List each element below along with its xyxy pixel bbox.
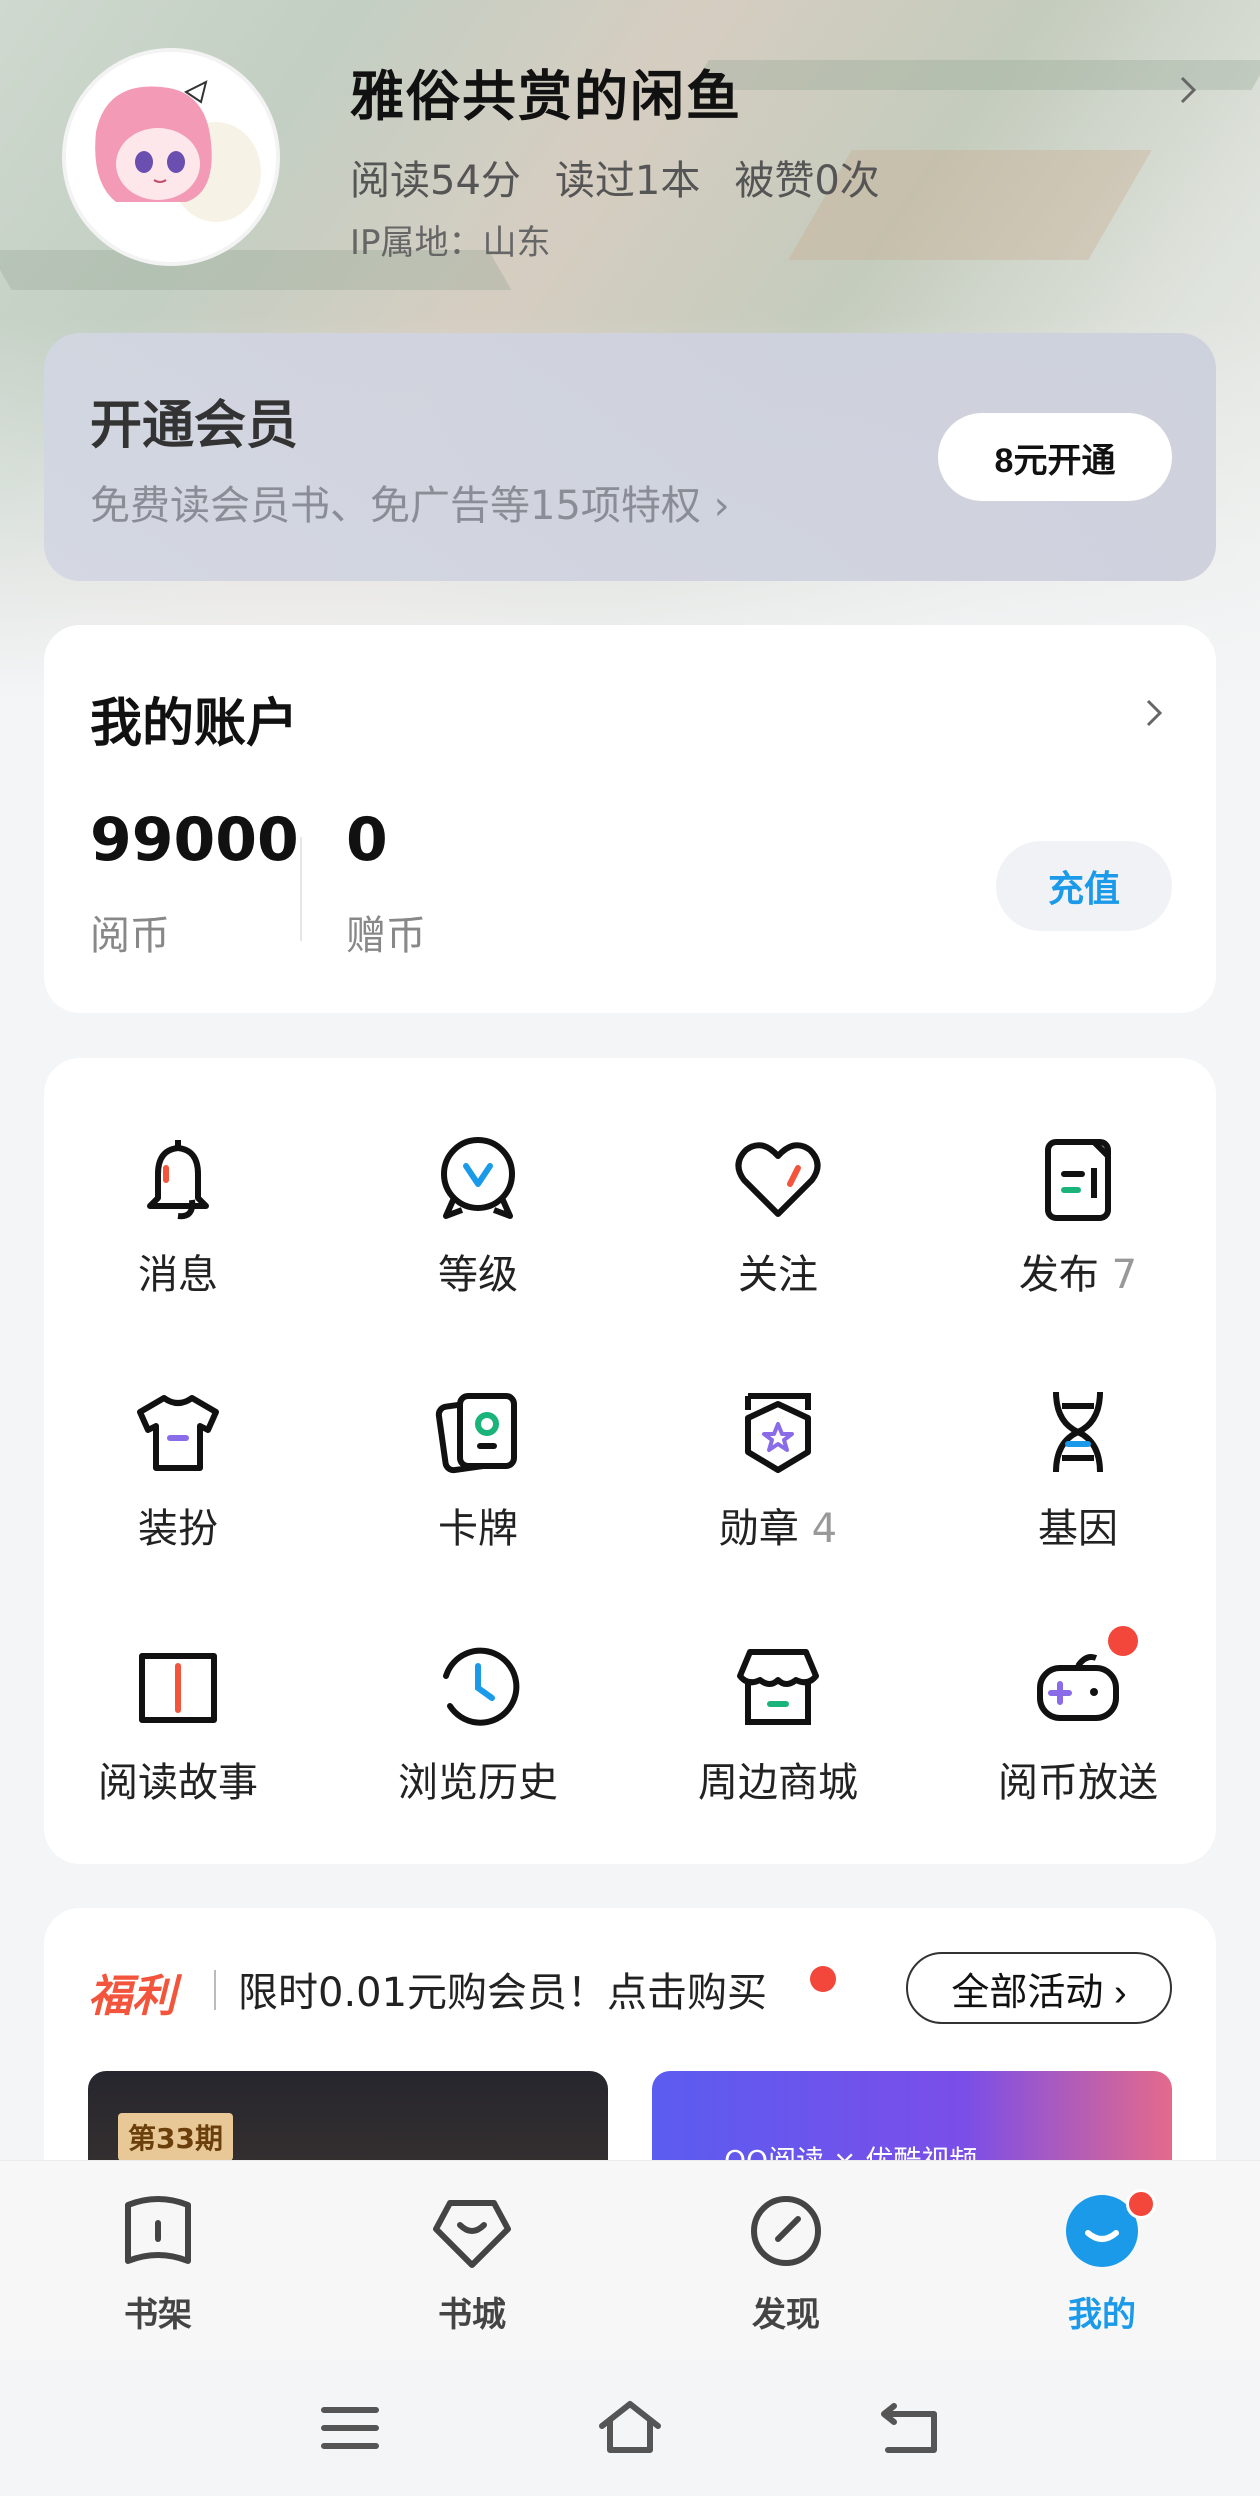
welfare-promo-text[interactable]: 限时0.01元购会员！点击购买: [238, 1960, 767, 2018]
grid-item-messages[interactable]: 消息: [58, 1128, 298, 1300]
system-navigation-bar: [0, 2360, 1260, 2496]
grid-item-medals[interactable]: 勋章 4: [658, 1382, 898, 1554]
grid-label: 关注: [738, 1252, 818, 1298]
back-icon[interactable]: [874, 2396, 946, 2460]
tab-label: 书架: [124, 2295, 192, 2335]
document-icon: [1045, 1139, 1111, 1221]
ip-location: IP属地：山东: [350, 223, 551, 263]
grid-label: 勋章 4: [718, 1506, 838, 1552]
account-card[interactable]: 我的账户 99000 阅币 0 赠币 充值: [44, 625, 1216, 1013]
stat-read-score: 阅读54分: [350, 158, 521, 204]
grid-label: 装扮: [138, 1506, 218, 1552]
tshirt-icon: [137, 1395, 219, 1471]
feature-grid: 消息 等级 关注 发布 7 装扮 卡牌 勋章 4 基因 阅读故事 浏览历史 周边…: [44, 1058, 1216, 1864]
notification-dot: [1108, 1626, 1138, 1656]
grid-label: 阅读故事: [98, 1760, 258, 1806]
grid-item-follow[interactable]: 关注: [658, 1128, 898, 1300]
tab-label: 书城: [438, 2295, 506, 2335]
stat-likes: 被赞0次: [734, 158, 880, 204]
bookstore-icon: [433, 2200, 511, 2268]
grid-item-level[interactable]: 等级: [358, 1128, 598, 1300]
dna-icon: [1053, 1391, 1103, 1473]
profile-header[interactable]: 雅俗共赏的闲鱼 阅读54分 读过1本 被赞0次 IP属地：山东: [0, 0, 1260, 320]
notification-dot: [1126, 2189, 1156, 2219]
gift-coin-label: 赠币: [346, 913, 426, 959]
compass-icon: [751, 2196, 821, 2266]
bell-icon: [147, 1140, 209, 1220]
publish-count: 7: [1111, 1252, 1138, 1298]
grid-item-dressup[interactable]: 装扮: [58, 1382, 298, 1554]
vip-subtitle: 免费读会员书、免广告等15项特权 ›: [90, 483, 730, 529]
username: 雅俗共赏的闲鱼: [350, 65, 742, 128]
shop-icon: [737, 1649, 819, 1725]
grid-label: 等级: [438, 1252, 518, 1298]
grid-item-cards[interactable]: 卡牌: [358, 1382, 598, 1554]
stat-books-read: 读过1本: [554, 158, 701, 204]
tab-bookshelf[interactable]: 书架: [58, 2189, 258, 2336]
bottom-tab-bar: 书架 书城 发现 我的: [0, 2160, 1260, 2360]
clock-history-icon: [443, 1647, 520, 1726]
chevron-right-icon[interactable]: [1168, 70, 1208, 110]
grid-item-browse-history[interactable]: 浏览历史: [358, 1636, 598, 1808]
home-icon[interactable]: [594, 2396, 666, 2460]
book-open-icon: [139, 1653, 217, 1723]
divider: [214, 1970, 216, 2010]
grid-label: 基因: [1038, 1506, 1118, 1552]
menu-icon[interactable]: [314, 2396, 386, 2460]
vip-open-button[interactable]: 8元开通: [938, 413, 1172, 501]
grid-item-publish[interactable]: 发布 7: [958, 1128, 1198, 1300]
grid-label: 阅币放送: [998, 1760, 1158, 1806]
avatar[interactable]: [62, 48, 280, 266]
all-activities-button[interactable]: 全部活动 ›: [906, 1952, 1172, 2024]
coin-balance: 99000: [90, 805, 299, 875]
grid-label: 周边商城: [698, 1760, 858, 1806]
tab-bookstore[interactable]: 书城: [372, 2189, 572, 2336]
grid-label: 卡牌: [438, 1506, 518, 1552]
grid-item-genes[interactable]: 基因: [958, 1382, 1198, 1554]
cards-icon: [435, 1393, 517, 1474]
bookshelf-icon: [125, 2196, 191, 2264]
vip-banner[interactable]: 开通会员 免费读会员书、免广告等15项特权 › 8元开通: [44, 333, 1216, 581]
vip-title: 开通会员: [90, 396, 299, 456]
tab-discover[interactable]: 发现: [686, 2189, 886, 2336]
welfare-tag: 福利: [88, 1971, 176, 2022]
grid-label: 发布 7: [1018, 1252, 1138, 1298]
gift-coin-balance: 0: [346, 805, 388, 875]
chevron-right-icon[interactable]: [1136, 695, 1172, 731]
grid-label: 浏览历史: [398, 1760, 558, 1806]
welfare-section: 福利 限时0.01元购会员！点击购买 全部活动 › 第33期 QQ阅读 × 优酷…: [44, 1908, 1216, 2201]
grid-item-coin-giveaway[interactable]: 阅币放送: [958, 1636, 1198, 1808]
grid-item-merch-store[interactable]: 周边商城: [658, 1636, 898, 1808]
grid-label: 消息: [138, 1252, 218, 1298]
recharge-button[interactable]: 充值: [996, 841, 1172, 931]
grid-item-reading-stories[interactable]: 阅读故事: [58, 1636, 298, 1808]
medal-count: 4: [811, 1506, 838, 1552]
tab-me[interactable]: 我的: [1002, 2189, 1202, 2336]
tab-label: 发现: [752, 2295, 820, 2335]
heart-icon: [735, 1142, 821, 1217]
level-badge-icon: [441, 1137, 515, 1219]
notification-dot: [810, 1966, 836, 1992]
medal-icon: [745, 1393, 811, 1473]
tab-label: 我的: [1068, 2295, 1136, 2335]
user-stats: 阅读54分 读过1本 被赞0次: [350, 148, 880, 206]
account-title: 我的账户: [90, 694, 299, 754]
coin-label: 阅币: [90, 913, 170, 959]
issue-tag: 第33期: [118, 2113, 233, 2161]
divider: [300, 837, 302, 941]
